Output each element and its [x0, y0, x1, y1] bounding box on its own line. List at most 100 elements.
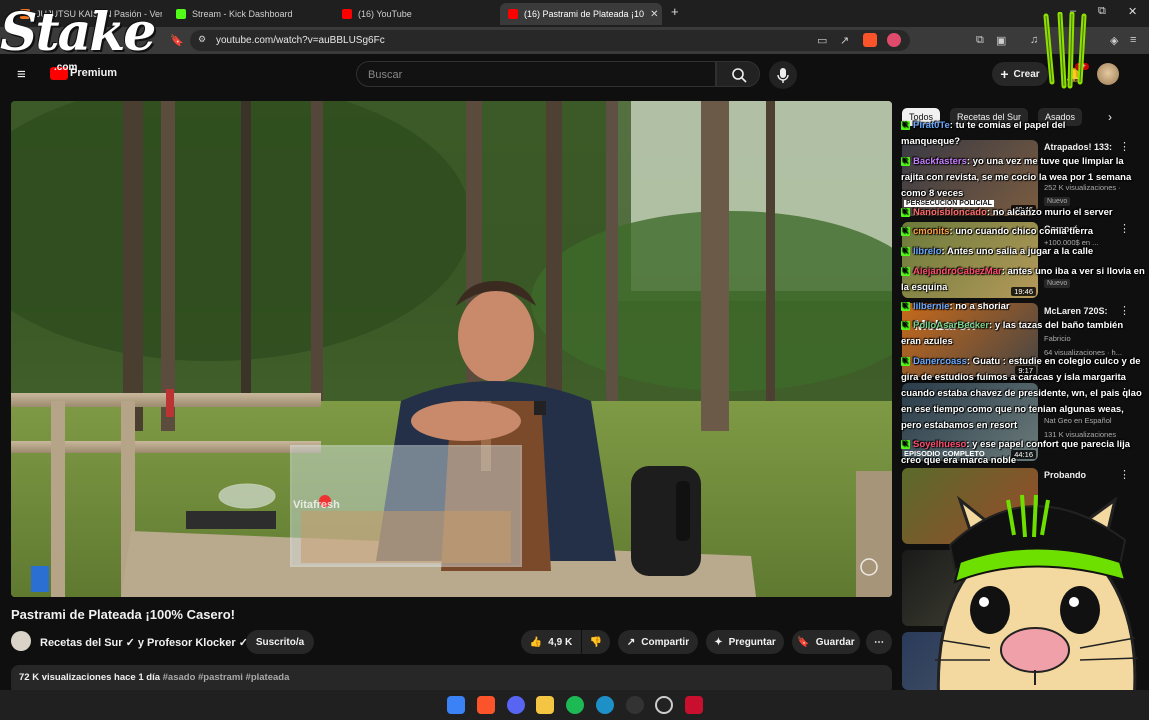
brave-rewards-icon[interactable] — [887, 33, 901, 47]
bookmark-icon[interactable]: 🔖 — [170, 34, 184, 47]
youtube-icon — [342, 9, 352, 19]
chat-text: : uno cuando chico comia tierra — [949, 226, 1094, 237]
search-input[interactable]: Buscar — [356, 61, 716, 87]
obs-icon[interactable] — [655, 696, 673, 714]
discord-icon[interactable] — [507, 696, 525, 714]
file-explorer-icon[interactable] — [536, 696, 554, 714]
thumbs-up-icon: 👍 — [529, 636, 543, 648]
close-tab-icon[interactable]: ✕ — [644, 9, 658, 20]
plus-icon: + — [1000, 66, 1009, 82]
url-text: youtube.com/watch?v=auBBLUSg6Fc — [216, 35, 385, 46]
save-button[interactable]: 🔖 Guardar — [792, 630, 860, 654]
ask-button[interactable]: ✦ Preguntar — [706, 630, 784, 654]
chat-text: : no a shoriar — [949, 301, 1010, 312]
chat-message: K Pirat0Te: tu te comias el papel del man… — [901, 118, 1069, 150]
chat-message: Kcmonits: uno cuando chico comia tierra — [901, 224, 1147, 240]
more-vertical-icon[interactable]: ⋮ — [1119, 140, 1130, 153]
kick-badge-icon: K — [901, 356, 910, 366]
tab-label: Stream - Kick Dashboard — [192, 9, 293, 19]
chevron-right-icon[interactable]: › — [1108, 110, 1112, 124]
media-icon[interactable]: ♫ — [1030, 34, 1038, 46]
chat-message: Klibrelo: Antes uno salia a jugar a la c… — [901, 244, 1147, 260]
channel-name[interactable]: Recetas del Sur ✓ y Profesor Klocker ✓ — [40, 636, 248, 649]
youtube-header: ≡ Premium Buscar + Crear 🔔 9+ — [0, 54, 1149, 94]
dislike-button[interactable]: 👎 — [582, 630, 610, 654]
more-horizontal-icon: ⋯ — [874, 636, 884, 648]
kick-badge-icon: K — [901, 320, 910, 330]
browser-tab-active[interactable]: (16) Pastrami de Plateada ¡10 ✕ — [500, 3, 662, 25]
kick-icon — [176, 9, 186, 19]
windows-taskbar — [0, 690, 1149, 720]
chat-message: K AlejandroCabezMar: antes uno iba a ver … — [901, 264, 1145, 296]
video-frame — [11, 101, 892, 597]
video-player[interactable]: Vitafresh — [11, 101, 892, 597]
chat-message: Klilbernie: no a shoriar — [901, 299, 1147, 315]
youtube-icon — [508, 9, 518, 19]
address-bar[interactable]: ⚙ youtube.com/watch?v=auBBLUSg6Fc ▭ ↗ — [190, 30, 910, 51]
stake-wordmark: Stake — [0, 2, 156, 63]
browser-tab-kick[interactable]: Stream - Kick Dashboard — [168, 3, 328, 25]
chat-username: lilbernie — [913, 301, 950, 312]
chat-text: : no alcanzo murio el server — [986, 207, 1113, 218]
sidebar-icon[interactable]: ▣ — [996, 34, 1006, 47]
close-window-button[interactable]: ✕ — [1128, 5, 1137, 18]
chat-message: K Danercoass: Guatu : estudie en colegio … — [901, 354, 1145, 434]
chat-username: Pirat0Te — [913, 120, 950, 131]
app-icon[interactable] — [626, 696, 644, 714]
chat-username: Nanoisbloncado — [913, 207, 987, 218]
kick-badge-icon: K — [901, 120, 910, 130]
views-date: 72 K visualizaciones hace 1 día — [19, 672, 160, 683]
chat-username: Soyelhueso — [913, 439, 967, 450]
search-icon — [732, 68, 747, 83]
share-button[interactable]: ↗ Compartir — [618, 630, 698, 654]
kick-badge-icon: K — [901, 301, 910, 311]
subscribe-button[interactable]: Suscrito/a — [246, 630, 314, 654]
more-actions-button[interactable]: ⋯ — [866, 630, 892, 654]
share-icon[interactable]: ↗ — [840, 34, 849, 47]
chat-username: librelo — [913, 246, 942, 257]
hashtags[interactable]: #asado #pastrami #plateada — [163, 672, 290, 683]
tab-label: (16) YouTube — [358, 9, 412, 19]
chat-message: K Nanoisbloncado: no alcanzo murio el ser… — [901, 205, 1147, 221]
chat-username: Backfasters — [913, 156, 967, 167]
kick-badge-icon: K — [901, 207, 910, 217]
like-count: 4,9 K — [548, 636, 573, 648]
channel-avatar[interactable] — [11, 631, 31, 651]
menu-icon[interactable]: ≡ — [1130, 34, 1136, 46]
windows-start-icon[interactable] — [447, 696, 465, 714]
chat-text: : Guatu : estudie en colegio culco y de … — [901, 356, 1142, 431]
kick-badge-icon: K — [901, 439, 910, 449]
app-icon[interactable] — [685, 696, 703, 714]
share-label: Compartir — [641, 636, 690, 648]
brave-icon[interactable] — [477, 696, 495, 714]
wallet-icon[interactable]: ◈ — [1110, 34, 1118, 47]
spotify-icon[interactable] — [566, 696, 584, 714]
browser-tab-youtube[interactable]: (16) YouTube — [334, 3, 494, 25]
new-tab-button[interactable]: + — [671, 4, 679, 19]
site-info-icon[interactable]: ⚙ — [198, 34, 206, 45]
maximize-button[interactable]: ⧉ — [1098, 5, 1106, 18]
account-avatar[interactable] — [1097, 63, 1119, 85]
bookmark-icon: 🔖 — [797, 636, 810, 648]
save-label: Guardar — [815, 636, 855, 648]
chat-username: cmonits — [913, 226, 950, 237]
stake-logo: Stake .com — [0, 2, 156, 80]
streamer-cat-avatar — [935, 494, 1139, 720]
microphone-icon — [777, 68, 789, 83]
chat-username: AlejandroCabezMar — [913, 266, 1002, 277]
monster-energy-logo — [1043, 12, 1087, 89]
thumbs-down-icon: 👎 — [589, 636, 603, 648]
chat-message: K PolloAsarBecker: y las tazas del baño t… — [901, 318, 1145, 350]
search-button[interactable] — [716, 61, 760, 87]
search-placeholder: Buscar — [368, 69, 403, 81]
brave-shield-icon[interactable] — [863, 33, 877, 47]
edge-icon[interactable] — [596, 696, 614, 714]
voice-search-button[interactable] — [769, 61, 797, 89]
extensions-icon[interactable]: ⧉ — [976, 34, 984, 47]
cast-icon[interactable]: ▭ — [817, 34, 827, 47]
description-meta: 72 K visualizaciones hace 1 día #asado #… — [19, 672, 289, 683]
chat-text: : Antes uno salia a jugar a la calle — [941, 246, 1094, 257]
chat-username: Danercoass — [913, 356, 967, 367]
like-button[interactable]: 👍 4,9 K — [521, 630, 581, 654]
share-icon: ↗ — [626, 636, 636, 648]
